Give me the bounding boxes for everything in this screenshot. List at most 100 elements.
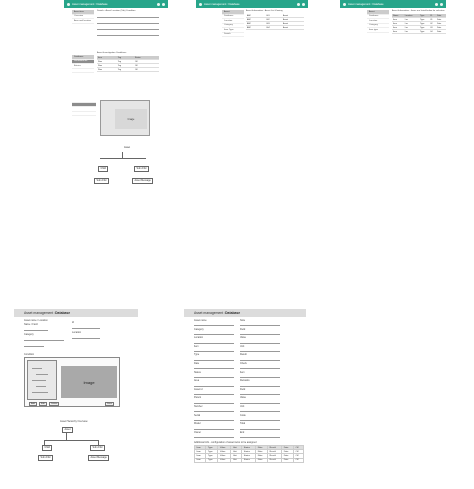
delete-button[interactable]: Delete (49, 402, 60, 407)
menu-icon[interactable] (302, 2, 305, 6)
edit-button[interactable]: Edit (39, 402, 47, 407)
tree-node-root[interactable]: Asset (62, 427, 73, 433)
app-icon (199, 2, 202, 6)
tree-node[interactable]: Sub child (90, 445, 105, 451)
page-header: Asset management : Database (14, 309, 138, 317)
form-section-1: Details - Asset Location (Tab) Condition (97, 10, 159, 36)
menu: Asset Database Location Category Item ty… (367, 10, 389, 33)
cell: OK (133, 67, 159, 72)
text-input[interactable] (240, 426, 280, 430)
user-icon[interactable] (157, 2, 160, 6)
screen-top-left: Asset management : Database Asset tree O… (64, 0, 168, 190)
list-item[interactable] (72, 112, 96, 116)
text-input[interactable] (194, 434, 234, 439)
tree-connector (66, 432, 67, 440)
text-input[interactable] (194, 383, 234, 387)
field-label: Name / Field (24, 323, 38, 326)
table-caption: Additional info - configuration of asset… (194, 441, 257, 444)
text-input[interactable] (194, 348, 234, 353)
text-input[interactable] (240, 374, 280, 378)
text-input[interactable] (194, 426, 234, 430)
text-input[interactable] (240, 357, 280, 361)
form-section-2: Asset Investigation Conditions Item Tag St… (97, 52, 159, 72)
tree-node[interactable]: Asset Message (132, 178, 154, 184)
tree-root[interactable]: Asset (124, 146, 130, 149)
stack-field[interactable] (36, 371, 48, 375)
text-input[interactable] (240, 408, 280, 413)
text-input[interactable] (240, 331, 280, 335)
field[interactable] (97, 32, 159, 36)
tree-node[interactable]: Sub child (134, 166, 149, 172)
field[interactable] (97, 14, 159, 18)
text-input[interactable] (240, 365, 280, 370)
location-input[interactable] (72, 335, 100, 339)
text-input[interactable] (240, 348, 280, 353)
data-table: Item Tag Status Row Tag OK Row Tag OK Row Tag OK (97, 56, 159, 72)
cell: Type (419, 29, 430, 34)
category-input[interactable] (24, 337, 64, 341)
tree-node[interactable]: Sub child (38, 455, 53, 461)
field[interactable] (97, 20, 159, 24)
text-input[interactable] (24, 343, 44, 347)
text-input[interactable] (240, 322, 280, 327)
text-input[interactable] (240, 383, 280, 387)
field-label: Location (72, 331, 82, 334)
user-icon[interactable] (435, 2, 438, 6)
table-cell: Value (217, 457, 232, 463)
text-input[interactable] (194, 365, 234, 370)
field[interactable] (97, 26, 159, 30)
text-input[interactable] (240, 391, 280, 396)
section-title: Details - Asset Location (Tab) Condition (97, 10, 136, 12)
sidebar-item-area[interactable]: Area and location (72, 19, 94, 24)
table-row[interactable]: Item Loc Type 04 Date (392, 29, 446, 34)
menu-icon[interactable] (440, 2, 443, 6)
text-input[interactable] (194, 400, 234, 404)
stack-field[interactable] (36, 383, 46, 387)
data-table: Name Location Type ID Date Item Loc Type 01 Date… (392, 14, 446, 34)
text-input[interactable] (194, 417, 234, 421)
tree-node[interactable]: Sub child (94, 178, 109, 184)
text-input[interactable] (240, 434, 280, 439)
tree-node[interactable]: Asset Message (88, 455, 110, 461)
sidebar-item[interactable] (72, 69, 94, 73)
text-input[interactable] (194, 357, 234, 361)
tree-node[interactable]: Child (98, 166, 109, 172)
user-icon[interactable] (297, 2, 300, 6)
text-input[interactable] (194, 374, 234, 378)
data-table: ABC 001 Asset ABC 002 Asset ABC 003 Asset ABC 0… (246, 14, 304, 30)
table-row[interactable]: Item Type Value Unit Status Note Result Date OK (193, 457, 304, 463)
screen-top-middle: Asset management : Database Asset Databa… (196, 0, 308, 50)
table-cell: Date (281, 457, 295, 463)
table-row[interactable]: ABC 004 Asset (246, 25, 304, 30)
text-input[interactable] (194, 408, 234, 413)
field-label: Id (72, 321, 74, 324)
name-input[interactable] (24, 327, 48, 331)
image-placeholder: Image (61, 366, 117, 398)
top-bar: Asset management : Database (340, 0, 446, 8)
text-input[interactable] (240, 400, 280, 404)
text-input[interactable] (240, 340, 280, 344)
sidebar: Asset tree Overview Area and location (72, 10, 94, 24)
add-button[interactable]: Add (29, 402, 37, 407)
cell: Date (436, 29, 446, 34)
top-bar-title: Asset management : Database (204, 2, 240, 6)
id-input[interactable] (72, 325, 100, 329)
menu-item[interactable]: Item type (367, 28, 389, 33)
cell: Tag (116, 67, 134, 72)
tree-node[interactable]: Child (42, 445, 53, 451)
text-input[interactable] (194, 340, 234, 344)
save-button[interactable]: Save (105, 402, 114, 407)
cell: Asset (281, 25, 304, 30)
text-input[interactable] (194, 322, 234, 327)
text-input[interactable] (240, 417, 280, 421)
text-input[interactable] (194, 331, 234, 335)
stack-field[interactable] (32, 389, 48, 393)
table-row[interactable]: Row Tag OK (97, 67, 159, 72)
menu-icon[interactable] (162, 2, 165, 6)
text-input[interactable] (194, 391, 234, 396)
image-frame: Image (100, 100, 150, 136)
sidebar-2: Database Document file Entries (72, 55, 94, 73)
menu-item[interactable]: Details (222, 33, 244, 37)
stack-field[interactable] (32, 377, 46, 381)
stack-field[interactable] (32, 365, 42, 369)
